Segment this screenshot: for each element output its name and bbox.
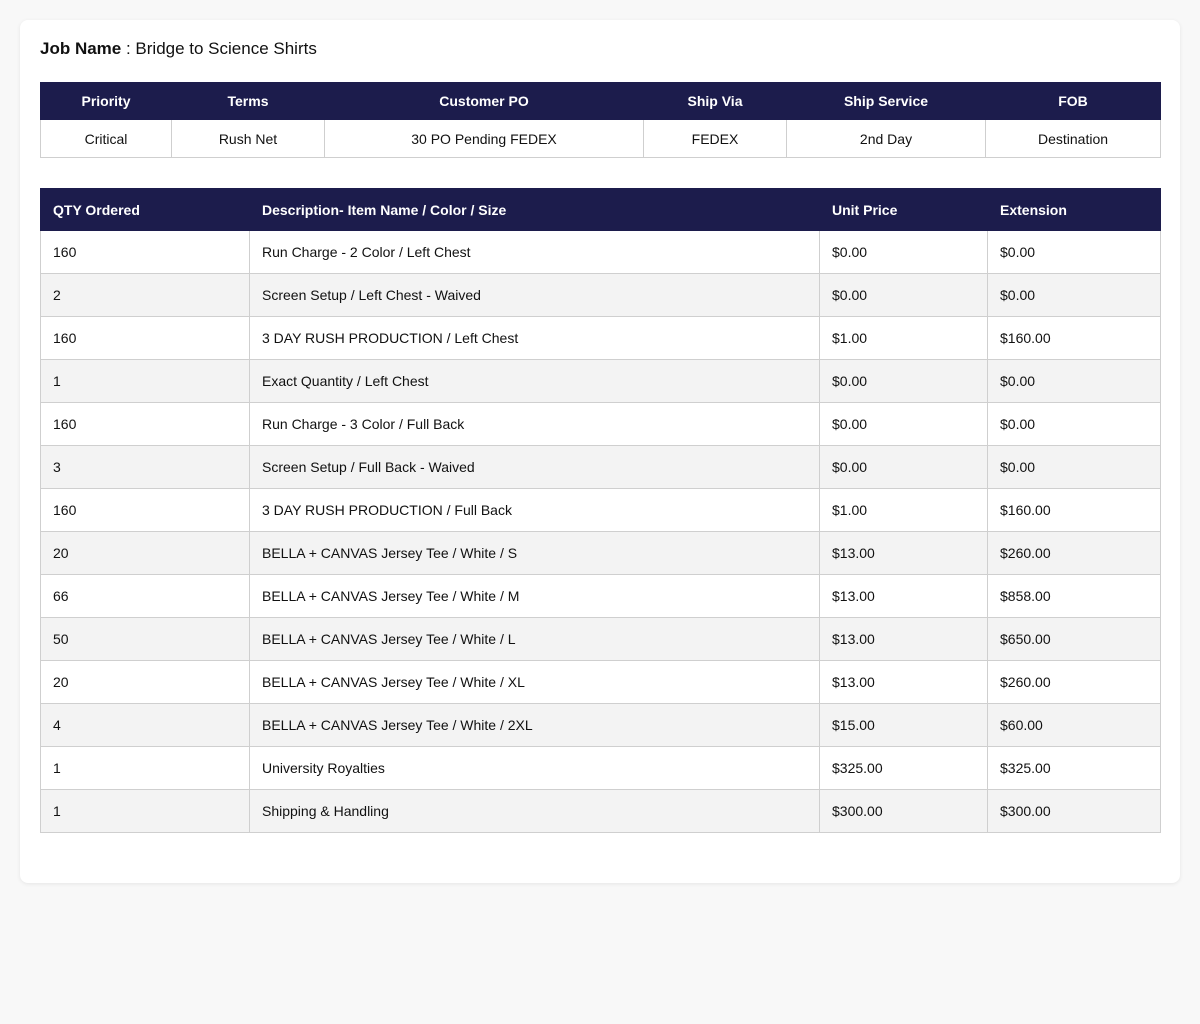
unit-price-cell: $1.00 (819, 488, 988, 532)
qty-cell: 160 (40, 230, 250, 274)
extension-cell: $300.00 (987, 789, 1161, 833)
unit-price-cell: $13.00 (819, 617, 988, 661)
column-header-fob: FOB (985, 82, 1161, 120)
description-cell: Run Charge - 2 Color / Left Chest (249, 230, 820, 274)
qty-cell: 1 (40, 789, 250, 833)
description-cell: Shipping & Handling (249, 789, 820, 833)
column-header-description: Description- Item Name / Color / Size (249, 188, 820, 231)
unit-price-cell: $13.00 (819, 531, 988, 575)
description-cell: BELLA + CANVAS Jersey Tee / White / XL (249, 660, 820, 704)
description-cell: Exact Quantity / Left Chest (249, 359, 820, 403)
column-header-ship-via: Ship Via (643, 82, 787, 120)
description-cell: 3 DAY RUSH PRODUCTION / Full Back (249, 488, 820, 532)
fob-value: Destination (985, 119, 1161, 158)
unit-price-cell: $0.00 (819, 230, 988, 274)
extension-cell: $858.00 (987, 574, 1161, 618)
table-row: 1 Shipping & Handling $300.00 $300.00 (40, 789, 1161, 833)
unit-price-cell: $0.00 (819, 273, 988, 317)
qty-cell: 20 (40, 531, 250, 575)
order-info-table: Priority Terms Customer PO Ship Via Ship… (40, 82, 1161, 158)
ship-via-value: FEDEX (643, 119, 787, 158)
line-items-header-row: QTY Ordered Description- Item Name / Col… (40, 188, 1161, 231)
qty-cell: 50 (40, 617, 250, 661)
table-row: 2 Screen Setup / Left Chest - Waived $0.00… (40, 273, 1161, 317)
description-cell: BELLA + CANVAS Jersey Tee / White / M (249, 574, 820, 618)
description-cell: BELLA + CANVAS Jersey Tee / White / 2XL (249, 703, 820, 747)
order-card: Job Name : Bridge to Science Shirts Prio… (20, 20, 1180, 883)
description-cell: BELLA + CANVAS Jersey Tee / White / S (249, 531, 820, 575)
column-header-ship-service: Ship Service (786, 82, 986, 120)
unit-price-cell: $0.00 (819, 402, 988, 446)
table-row: 160 Run Charge - 2 Color / Left Chest $0.0… (40, 230, 1161, 274)
job-name-value: Bridge to Science Shirts (135, 39, 317, 58)
priority-value: Critical (40, 119, 172, 158)
job-name-separator: : (121, 39, 136, 58)
line-items-body: 160 Run Charge - 2 Color / Left Chest $0.0… (40, 230, 1161, 833)
table-row: 3 Screen Setup / Full Back - Waived $0.00 $… (40, 445, 1161, 489)
unit-price-cell: $300.00 (819, 789, 988, 833)
unit-price-cell: $0.00 (819, 445, 988, 489)
job-name-label: Job Name (40, 39, 122, 58)
qty-cell: 20 (40, 660, 250, 704)
unit-price-cell: $13.00 (819, 660, 988, 704)
column-header-priority: Priority (40, 82, 172, 120)
extension-cell: $0.00 (987, 273, 1161, 317)
job-name-heading: Job Name : Bridge to Science Shirts (40, 38, 317, 60)
qty-cell: 66 (40, 574, 250, 618)
unit-price-cell: $325.00 (819, 746, 988, 790)
table-row: 4 BELLA + CANVAS Jersey Tee / White / 2XL… (40, 703, 1161, 747)
extension-cell: $325.00 (987, 746, 1161, 790)
table-row: 1 University Royalties $325.00 $325.00 (40, 746, 1161, 790)
qty-cell: 1 (40, 359, 250, 403)
table-row: 50 BELLA + CANVAS Jersey Tee / White / L $… (40, 617, 1161, 661)
extension-cell: $260.00 (987, 660, 1161, 704)
extension-cell: $0.00 (987, 230, 1161, 274)
table-row: 66 BELLA + CANVAS Jersey Tee / White / M $… (40, 574, 1161, 618)
qty-cell: 160 (40, 488, 250, 532)
table-row: 1 Exact Quantity / Left Chest $0.00 $0.00 (40, 359, 1161, 403)
order-info-header-row: Priority Terms Customer PO Ship Via Ship… (40, 82, 1161, 120)
unit-price-cell: $13.00 (819, 574, 988, 618)
description-cell: 3 DAY RUSH PRODUCTION / Left Chest (249, 316, 820, 360)
qty-cell: 3 (40, 445, 250, 489)
extension-cell: $160.00 (987, 316, 1161, 360)
description-cell: University Royalties (249, 746, 820, 790)
table-row: 160 3 DAY RUSH PRODUCTION / Full Back $1.0… (40, 488, 1161, 532)
table-row: 20 BELLA + CANVAS Jersey Tee / White / S $… (40, 531, 1161, 575)
column-header-customer-po: Customer PO (324, 82, 644, 120)
line-items-table: QTY Ordered Description- Item Name / Col… (40, 188, 1161, 833)
unit-price-cell: $0.00 (819, 359, 988, 403)
table-row: 160 3 DAY RUSH PRODUCTION / Left Chest $1.… (40, 316, 1161, 360)
column-header-unit-price: Unit Price (819, 188, 988, 231)
column-header-extension: Extension (987, 188, 1161, 231)
description-cell: Run Charge - 3 Color / Full Back (249, 402, 820, 446)
description-cell: Screen Setup / Full Back - Waived (249, 445, 820, 489)
extension-cell: $0.00 (987, 445, 1161, 489)
qty-cell: 4 (40, 703, 250, 747)
column-header-qty-ordered: QTY Ordered (40, 188, 250, 231)
ship-service-value: 2nd Day (786, 119, 986, 158)
extension-cell: $260.00 (987, 531, 1161, 575)
qty-cell: 160 (40, 402, 250, 446)
qty-cell: 2 (40, 273, 250, 317)
extension-cell: $160.00 (987, 488, 1161, 532)
description-cell: Screen Setup / Left Chest - Waived (249, 273, 820, 317)
table-row: 20 BELLA + CANVAS Jersey Tee / White / XL… (40, 660, 1161, 704)
qty-cell: 160 (40, 316, 250, 360)
unit-price-cell: $15.00 (819, 703, 988, 747)
extension-cell: $650.00 (987, 617, 1161, 661)
customer-po-value: 30 PO Pending FEDEX (324, 119, 644, 158)
terms-value: Rush Net (171, 119, 325, 158)
table-row: 160 Run Charge - 3 Color / Full Back $0.00… (40, 402, 1161, 446)
qty-cell: 1 (40, 746, 250, 790)
order-info-values-row: Critical Rush Net 30 PO Pending FEDEX FE… (40, 119, 1161, 158)
extension-cell: $0.00 (987, 402, 1161, 446)
extension-cell: $0.00 (987, 359, 1161, 403)
unit-price-cell: $1.00 (819, 316, 988, 360)
extension-cell: $60.00 (987, 703, 1161, 747)
description-cell: BELLA + CANVAS Jersey Tee / White / L (249, 617, 820, 661)
column-header-terms: Terms (171, 82, 325, 120)
